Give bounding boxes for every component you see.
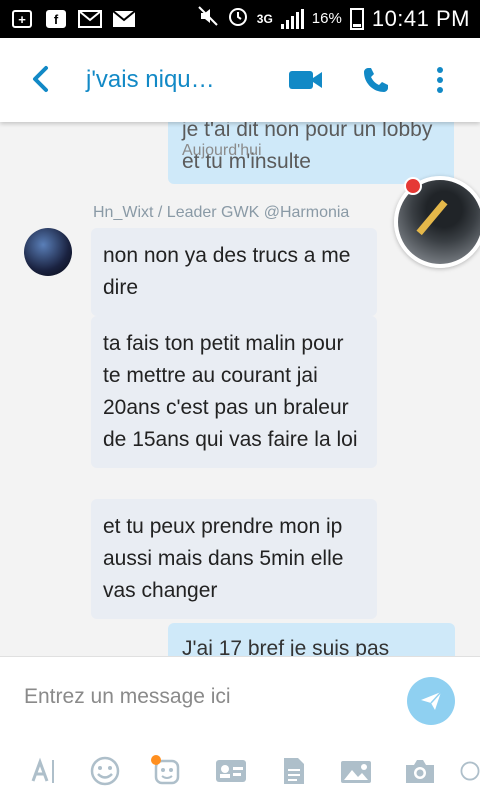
more-vert-icon[interactable] — [420, 60, 460, 100]
contact-card-icon[interactable] — [213, 753, 249, 789]
clock: 10:41 PM — [371, 5, 470, 31]
text-format-icon[interactable] — [26, 753, 62, 789]
file-icon[interactable] — [276, 753, 312, 789]
camera-icon[interactable] — [402, 753, 438, 789]
battery-icon — [349, 7, 364, 30]
phone-icon[interactable] — [356, 60, 396, 100]
incoming-message[interactable]: non non ya des trucs a me dire — [91, 228, 377, 316]
back-icon[interactable] — [30, 64, 52, 94]
facebook-icon: f — [44, 7, 68, 31]
message-list[interactable]: je t'ai dit non pour un lobby et tu m'in… — [0, 122, 480, 656]
mute-icon — [197, 5, 219, 32]
network-type: 3G — [256, 11, 273, 26]
more-icon[interactable] — [460, 753, 480, 789]
image-icon[interactable] — [338, 753, 374, 789]
message-text: et tu peux prendre mon ip aussi mais dan… — [103, 515, 344, 602]
sender-avatar[interactable] — [24, 228, 72, 276]
sender-name: Hn_Wixt / Leader GWK @Harmonia — [93, 204, 350, 221]
mail-icon — [112, 7, 136, 31]
mail-check-icon — [78, 7, 102, 31]
send-icon[interactable] — [407, 677, 455, 725]
message-input[interactable] — [24, 685, 384, 709]
day-separator: Aujourd'hui — [182, 142, 262, 159]
video-call-icon[interactable] — [286, 60, 326, 100]
composer — [0, 656, 480, 801]
status-bar: + f 3G 16% 10:41 PM — [0, 0, 480, 38]
message-text: non non ya des trucs a me dire — [103, 244, 351, 299]
composer-toolbar — [0, 753, 480, 793]
presence-badge — [404, 177, 422, 195]
incoming-message[interactable]: ta fais ton petit malin pour te mettre a… — [91, 316, 377, 468]
alarm-icon — [227, 5, 249, 32]
mojis-icon[interactable] — [148, 753, 184, 789]
signal-icon — [280, 8, 304, 29]
emoji-icon[interactable] — [87, 753, 123, 789]
conversation-header: j'vais niqu… — [0, 38, 480, 122]
outgoing-message-text: J'ai 17 bref je suis pas — [182, 637, 390, 656]
conversation-title[interactable]: j'vais niqu… — [86, 66, 215, 94]
outgoing-message[interactable]: J'ai 17 bref je suis pas — [168, 623, 455, 656]
message-text: ta fais ton petit malin pour te mettre a… — [103, 332, 358, 451]
incoming-message[interactable]: et tu peux prendre mon ip aussi mais dan… — [91, 499, 377, 619]
battery-percent: 16% — [311, 10, 342, 27]
plus-square-icon: + — [10, 7, 34, 31]
